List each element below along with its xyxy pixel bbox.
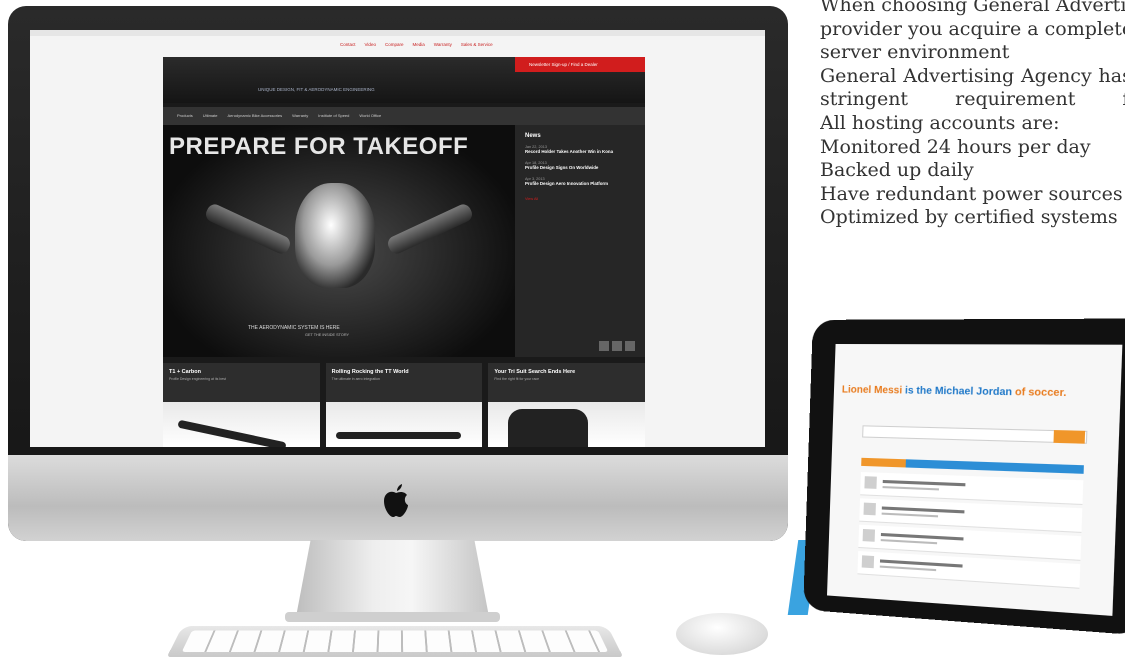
newsletter-button[interactable]: Newsletter Sign-up / Find a Dealer [515, 57, 645, 72]
twitter-icon[interactable] [612, 341, 622, 351]
nav-item[interactable]: Products [177, 107, 193, 125]
copy-line: stringent requirement for [820, 88, 1125, 111]
promo-image [488, 402, 646, 447]
hero-banner[interactable]: PREPARE FOR TAKEOFF THE AERODYNAMIC SYST… [163, 125, 515, 357]
promo-image [163, 402, 320, 447]
imac-stand-base [285, 612, 500, 622]
promo-title: Rolling Rocking the TT World [331, 369, 409, 375]
site-main-nav: Products Ultimate Aerodynamic Bike Acces… [163, 107, 645, 125]
site-header: UNIQUE DESIGN, FIT & AERODYNAMIC ENGINEE… [163, 57, 645, 103]
website: UNIQUE DESIGN, FIT & AERODYNAMIC ENGINEE… [163, 57, 646, 447]
nav-item[interactable]: Ultimate [203, 107, 218, 125]
top-nav-link[interactable]: Sales & Service [461, 42, 493, 47]
promo-title: T1 + Carbon [169, 369, 201, 375]
apple-logo-icon [384, 484, 408, 517]
top-nav-link[interactable]: Media [412, 42, 424, 47]
promo-card[interactable]: Your Tri Suit Search Ends Here Find the … [488, 363, 646, 447]
nav-item[interactable]: Warranty [292, 107, 308, 125]
imac-screen: Contact Video Compare Media Warranty Sal… [30, 30, 765, 447]
promo-desc: Find the right fit for your race [494, 377, 540, 381]
hero-title: PREPARE FOR TAKEOFF [169, 133, 469, 160]
news-more-link[interactable]: View All [525, 197, 635, 201]
ipad-headline: Lionel Messi is the Michael Jordan of so… [842, 384, 1067, 399]
promo-card[interactable]: Rolling Rocking the TT World The ultimat… [325, 363, 483, 447]
copy-line: General Advertising Agency has a [820, 64, 1125, 87]
aerobar-image [385, 201, 475, 257]
keyboard [166, 625, 624, 658]
helmet-image [295, 183, 375, 288]
magic-mouse [676, 613, 768, 655]
aerobar-image [203, 201, 293, 257]
nav-item[interactable]: Institute of Speed [318, 107, 349, 125]
news-title[interactable]: Profile Design Aero Innovation Platform [525, 181, 635, 187]
promo-title: Your Tri Suit Search Ends Here [494, 369, 576, 375]
hero-subtitle: THE AERODYNAMIC SYSTEM IS HERE [248, 325, 340, 331]
copy-line: server environment [820, 41, 1010, 64]
news-title[interactable]: Profile Design Signs On Worldwide [525, 165, 635, 171]
promo-card[interactable]: T1 + Carbon Profile Design engineering a… [163, 363, 320, 447]
copy-line: Optimized by certified systems [820, 206, 1118, 229]
news-heading: News [525, 133, 541, 139]
copy-line: provider you acquire a complete [820, 17, 1125, 40]
ipad-search-button[interactable] [1053, 430, 1086, 444]
os-menubar [30, 30, 765, 36]
copy-line: Monitored 24 hours per day [820, 135, 1091, 158]
ipad-screen: Lionel Messi is the Michael Jordan of so… [827, 343, 1123, 616]
promo-desc: Profile Design engineering at its best [169, 377, 227, 381]
social-links [599, 341, 635, 351]
nav-item[interactable]: Aerodynamic Bike Accessories [227, 107, 282, 125]
facebook-icon[interactable] [599, 341, 609, 351]
ipad-active-tab[interactable] [861, 457, 906, 468]
copy-line: All hosting accounts are: [820, 111, 1060, 134]
ipad-device: Lionel Messi is the Michael Jordan of so… [803, 318, 1125, 636]
marketing-copy: When choosing General Advertising Agency… [820, 0, 1125, 304]
top-nav-link[interactable]: Warranty [434, 42, 452, 47]
email-icon[interactable] [625, 341, 635, 351]
copy-line: Have redundant power sources [820, 182, 1123, 205]
promo-image [325, 402, 483, 447]
headline-part: Lionel Messi [841, 384, 903, 397]
site-tagline: UNIQUE DESIGN, FIT & AERODYNAMIC ENGINEE… [258, 87, 375, 92]
top-nav-link[interactable]: Contact [340, 42, 356, 47]
copy-line: Backed up daily [820, 159, 974, 182]
news-panel: News Jan 22, 2013 Record Holder Takes An… [515, 125, 645, 357]
promo-desc: The ultimate in aero integration [331, 377, 380, 381]
hero-link[interactable]: GET THE INSIDE STORY [305, 333, 349, 337]
top-nav-link[interactable]: Video [365, 42, 376, 47]
site-top-nav: Contact Video Compare Media Warranty Sal… [340, 42, 493, 47]
headline-part: is the Michael Jordan [901, 385, 1013, 399]
headline-part: of soccer. [1011, 386, 1067, 400]
copy-line: When choosing General Advertising Agency… [820, 0, 1125, 16]
news-title[interactable]: Record Holder Takes Another Win in Kona [525, 149, 635, 155]
imac-stand [295, 540, 490, 622]
promo-row: T1 + Carbon Profile Design engineering a… [163, 363, 646, 447]
top-nav-link[interactable]: Compare [385, 42, 404, 47]
nav-item[interactable]: World Office [359, 107, 381, 125]
